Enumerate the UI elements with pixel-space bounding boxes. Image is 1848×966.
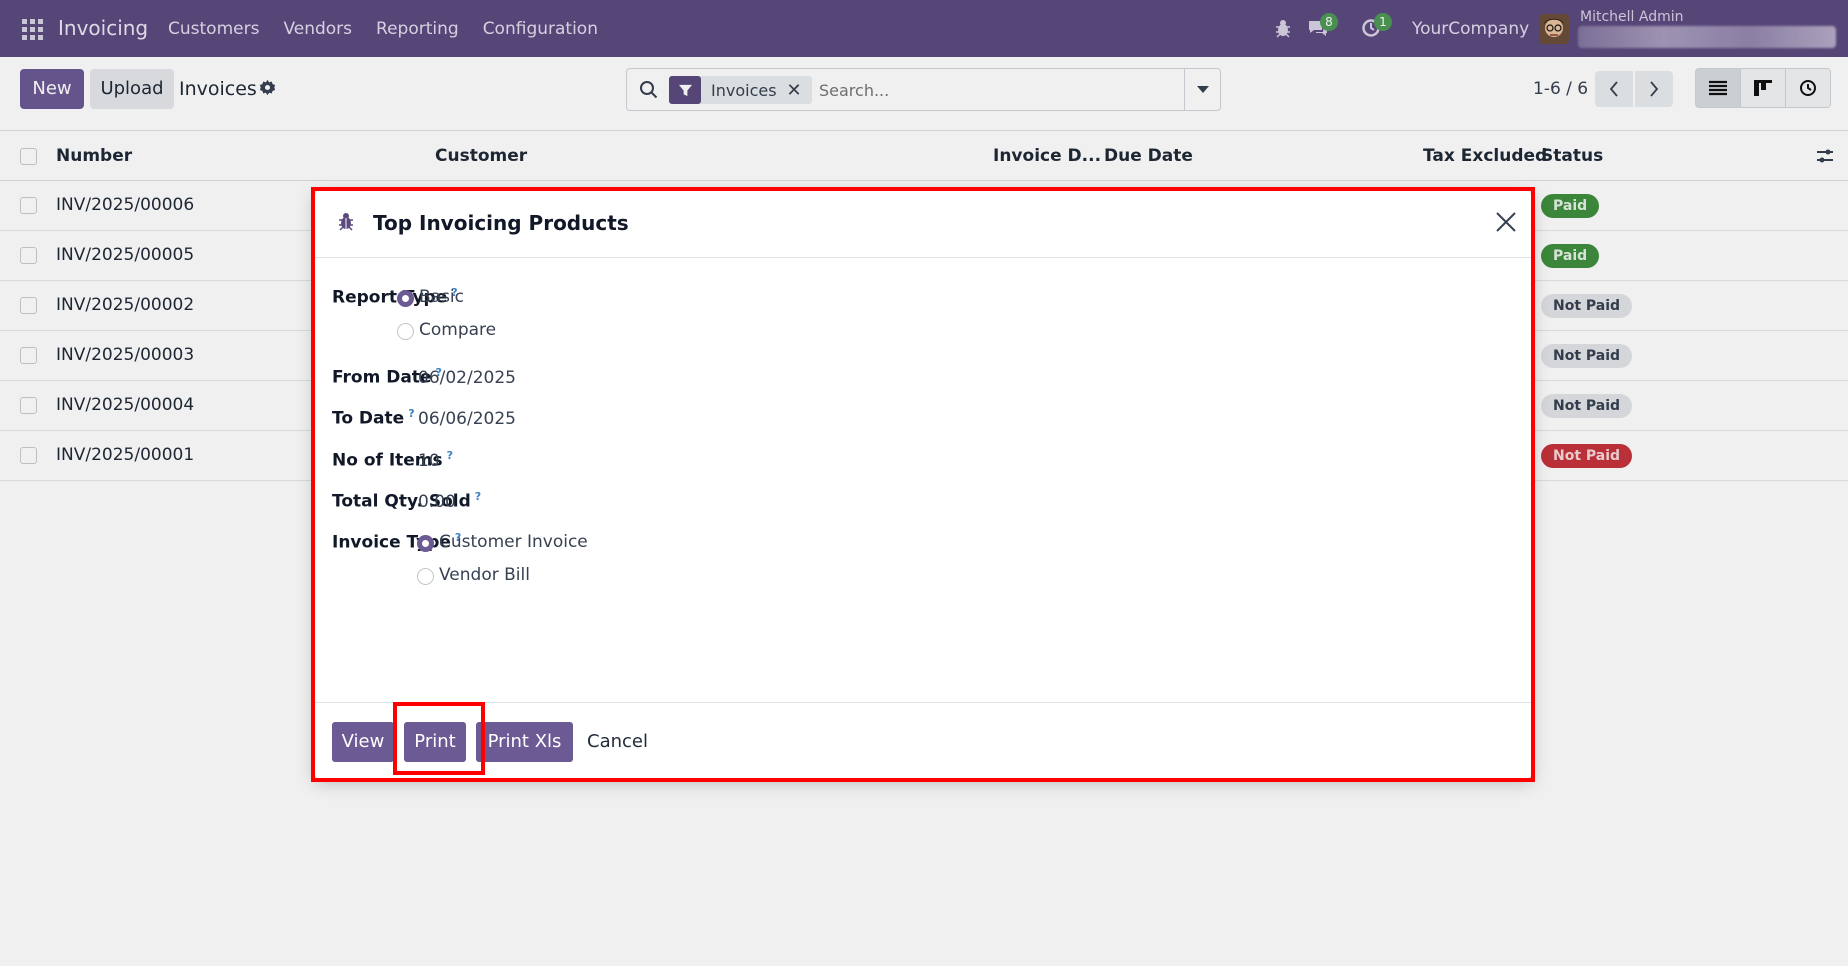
dialog-header: Top Invoicing Products <box>315 191 1531 258</box>
to-date-label: To Date? <box>332 407 415 429</box>
report-dialog: Top Invoicing Products Report Type? Basi… <box>315 191 1531 778</box>
bug-icon <box>339 213 353 231</box>
dialog-title: Top Invoicing Products <box>373 211 629 235</box>
help-tooltip-icon[interactable]: ? <box>447 449 453 462</box>
no-of-items-field[interactable]: 10 <box>418 451 440 471</box>
radio-customer-invoice[interactable] <box>417 535 434 552</box>
from-date-field[interactable]: 06/02/2025 <box>418 368 516 388</box>
radio-vendor-bill[interactable] <box>417 568 434 585</box>
dialog-body: Report Type? Basic Compare From Date? 06… <box>315 258 1531 702</box>
close-icon[interactable] <box>1495 211 1517 233</box>
radio-basic[interactable] <box>397 290 414 307</box>
dialog-footer: View Print Print Xls Cancel <box>315 702 1531 778</box>
print-button[interactable]: Print <box>404 722 466 762</box>
radio-compare-label[interactable]: Compare <box>419 320 496 340</box>
radio-vendor-bill-label[interactable]: Vendor Bill <box>439 565 530 585</box>
radio-compare[interactable] <box>397 323 414 340</box>
radio-basic-label[interactable]: Basic <box>419 287 464 307</box>
to-date-field[interactable]: 06/06/2025 <box>418 409 516 429</box>
view-button[interactable]: View <box>332 722 394 762</box>
help-tooltip-icon[interactable]: ? <box>475 490 481 503</box>
cancel-button[interactable]: Cancel <box>587 731 648 752</box>
print-xls-button[interactable]: Print Xls <box>476 722 573 762</box>
to-date-label-text: To Date <box>332 408 405 429</box>
from-date-label-text: From Date <box>332 367 432 388</box>
total-qty-field[interactable]: 0.00 <box>418 492 456 512</box>
radio-customer-invoice-label[interactable]: Customer Invoice <box>439 532 588 552</box>
total-qty-label: Total Qty. Sold? <box>332 490 481 512</box>
help-tooltip-icon[interactable]: ? <box>408 407 414 420</box>
